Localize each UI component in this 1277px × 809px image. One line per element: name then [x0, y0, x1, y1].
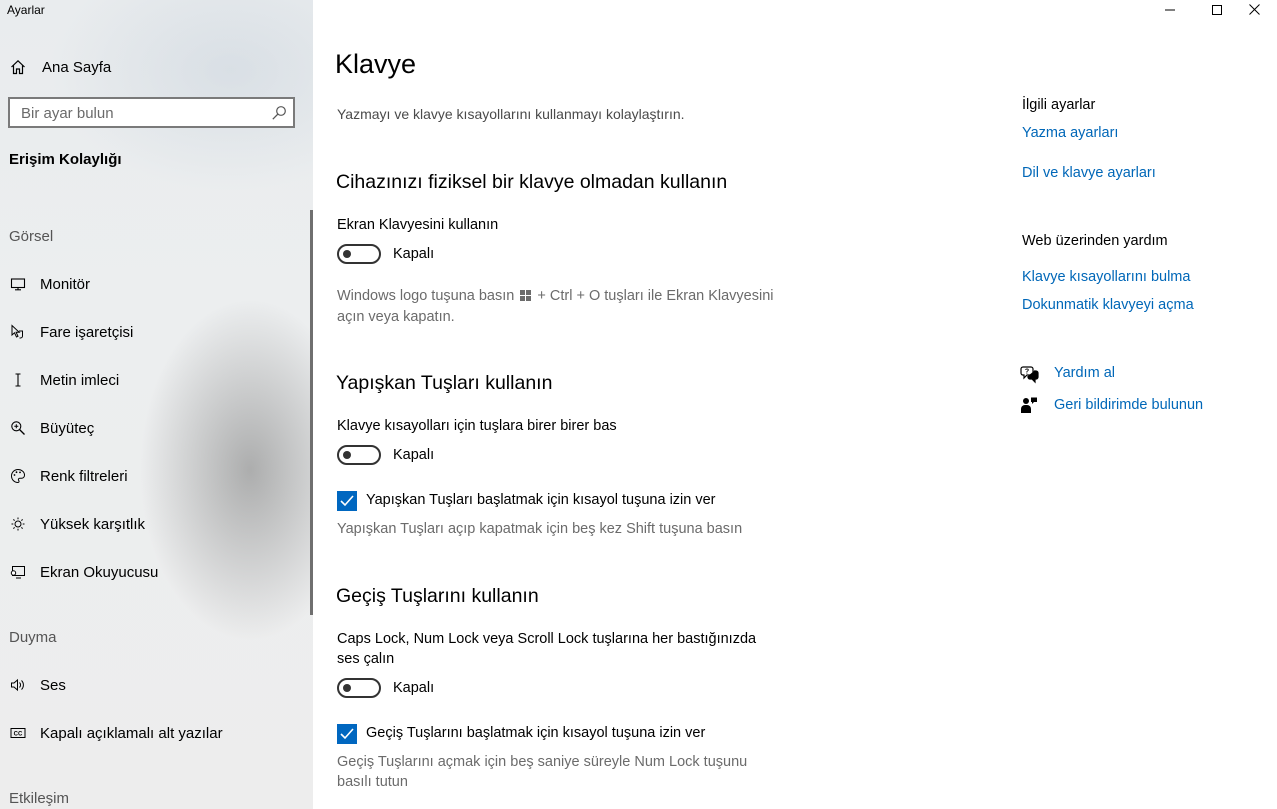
sticky-keys-state: Kapalı — [393, 447, 435, 463]
page-title: Klavye — [335, 49, 417, 79]
sidebar-item-label: Ekran Okuyucusu — [40, 563, 159, 581]
page-subtitle: Yazmayı ve klavye kısayollarını kullanma… — [337, 106, 685, 122]
on-screen-keyboard-label: Ekran Klavyesini kullanın — [337, 217, 499, 233]
svg-text:?: ? — [1025, 369, 1029, 376]
toggle-keys-toggle[interactable] — [337, 678, 381, 698]
sidebar-item-label: Yüksek karşıtlık — [40, 515, 146, 533]
sidebar-item-text-cursor[interactable]: Metin imleci — [0, 360, 313, 400]
close-button[interactable] — [1231, 0, 1277, 22]
minimize-button[interactable] — [1147, 0, 1193, 22]
on-screen-keyboard-description: Windows logo tuşuna basın + Ctrl + O tuş… — [337, 286, 797, 327]
monitor-icon — [9, 275, 27, 293]
feedback-icon — [1020, 396, 1040, 416]
sidebar-item-mouse-pointer[interactable]: Fare işaretçisi — [0, 312, 313, 352]
get-help-icon: ? — [1020, 364, 1040, 384]
sticky-keys-shortcut-checkbox[interactable] — [337, 491, 357, 511]
sticky-keys-label: Klavye kısayolları için tuşlara birer bi… — [337, 418, 617, 434]
feedback-link[interactable]: Geri bildirimde bulunun — [1054, 397, 1203, 413]
sidebar-item-monitor[interactable]: Monitör — [0, 264, 313, 304]
toggle-keys-description: Geçiş Tuşlarını açmak için beş saniye sü… — [337, 752, 797, 792]
keyboard-shortcuts-link[interactable]: Klavye kısayollarını bulma — [1022, 269, 1190, 285]
description-text: Windows logo tuşuna basın — [337, 288, 515, 304]
sidebar-item-magnifier[interactable]: Büyüteç — [0, 408, 313, 448]
sidebar-item-label: Renk filtreleri — [40, 467, 128, 485]
sidebar-item-home[interactable]: Ana Sayfa — [0, 47, 313, 87]
description-text: + Ctrl + O tuşları ile Ekran Klavyesini — [537, 288, 774, 304]
sidebar-item-narrator[interactable]: Ekran Okuyucusu — [0, 552, 313, 592]
web-help-title: Web üzerinden yardım — [1022, 233, 1168, 249]
close-icon — [1248, 2, 1260, 20]
label-line: ses çalın — [337, 651, 395, 667]
sticky-keys-shortcut-label: Yapışkan Tuşları başlatmak için kısayol … — [366, 492, 716, 508]
checkmark-icon — [340, 728, 354, 740]
section-heading-on-screen-keyboard: Cihazınızı fiziksel bir klavye olmadan k… — [336, 171, 728, 193]
sidebar-item-label: Kapalı açıklamalı alt yazılar — [40, 724, 223, 742]
mouse-pointer-icon — [9, 323, 27, 341]
high-contrast-icon — [9, 515, 27, 533]
search-icon[interactable] — [271, 105, 287, 121]
sidebar-item-color-filters[interactable]: Renk filtreleri — [0, 456, 313, 496]
narrator-icon — [9, 563, 27, 581]
home-icon — [9, 58, 27, 76]
speaker-icon — [9, 676, 27, 694]
app-title: Ayarlar — [7, 3, 45, 17]
text-cursor-icon — [9, 371, 27, 389]
color-filter-icon — [9, 467, 27, 485]
toggle-knob — [343, 684, 351, 692]
sidebar-item-label: Ses — [40, 676, 66, 694]
magnifier-icon — [9, 419, 27, 437]
search-box[interactable] — [8, 97, 295, 128]
maximize-icon — [1212, 2, 1222, 20]
sidebar-item-label: Monitör — [40, 275, 91, 293]
windows-logo-icon — [520, 287, 532, 307]
touch-keyboard-link[interactable]: Dokunmatik klavyeyi açma — [1022, 297, 1194, 313]
sticky-keys-description: Yapışkan Tuşları açıp kapatmak için beş … — [337, 521, 743, 537]
toggle-keys-state: Kapalı — [393, 680, 435, 696]
sidebar-item-label: Ana Sayfa — [42, 58, 112, 76]
group-title-hearing: Duyma — [9, 629, 57, 646]
main-content: Klavye Yazmayı ve klavye kısayollarını k… — [313, 0, 1277, 809]
minimize-icon — [1165, 2, 1175, 20]
sidebar-item-label: Metin imleci — [40, 371, 120, 389]
on-screen-keyboard-state: Kapalı — [393, 246, 435, 262]
language-keyboard-settings-link[interactable]: Dil ve klavye ayarları — [1022, 165, 1156, 181]
get-help-link[interactable]: Yardım al — [1054, 365, 1115, 381]
toggle-keys-shortcut-checkbox[interactable] — [337, 724, 357, 744]
label-line: Caps Lock, Num Lock veya Scroll Lock tuş… — [337, 631, 757, 647]
section-title: Erişim Kolaylığı — [9, 151, 122, 168]
description-text: açın veya kapatın. — [337, 309, 455, 325]
group-title-visual: Görsel — [9, 228, 54, 245]
checkmark-icon — [340, 495, 354, 507]
closed-caption-icon: CC — [9, 724, 27, 742]
toggle-knob — [343, 250, 351, 258]
sidebar-item-label: Büyüteç — [40, 419, 95, 437]
sidebar-item-label: Fare işaretçisi — [40, 323, 134, 341]
svg-text:CC: CC — [14, 732, 23, 738]
section-heading-sticky-keys: Yapışkan Tuşları kullanın — [336, 372, 553, 394]
related-settings-title: İlgili ayarlar — [1022, 97, 1096, 113]
sidebar: Ayarlar Ana Sayfa Erişim Kolaylığı Görse… — [0, 0, 313, 809]
sidebar-item-audio[interactable]: Ses — [0, 665, 313, 705]
toggle-keys-label: Caps Lock, Num Lock veya Scroll Lock tuş… — [337, 629, 756, 669]
sidebar-item-high-contrast[interactable]: Yüksek karşıtlık — [0, 504, 313, 544]
group-title-interaction: Etkileşim — [9, 790, 70, 807]
sidebar-item-closed-captions[interactable]: CC Kapalı açıklamalı alt yazılar — [0, 713, 313, 753]
sticky-keys-toggle[interactable] — [337, 445, 381, 465]
on-screen-keyboard-toggle[interactable] — [337, 244, 381, 264]
search-input[interactable] — [21, 104, 261, 122]
typing-settings-link[interactable]: Yazma ayarları — [1022, 125, 1118, 141]
description-text: Geçiş Tuşlarını açmak için beş saniye sü… — [337, 754, 748, 770]
description-text: basılı tutun — [337, 774, 408, 790]
section-heading-toggle-keys: Geçiş Tuşlarını kullanın — [336, 585, 539, 607]
toggle-knob — [343, 451, 351, 459]
toggle-keys-shortcut-label: Geçiş Tuşlarını başlatmak için kısayol t… — [366, 725, 706, 741]
